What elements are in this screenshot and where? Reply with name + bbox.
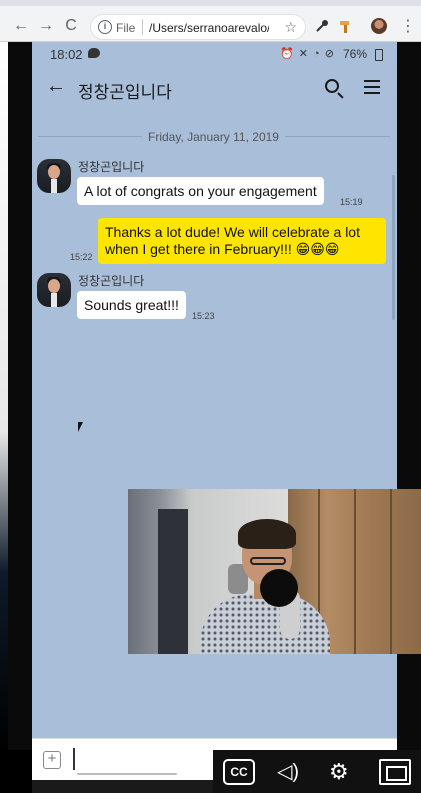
chat-back-button[interactable]: ← — [46, 75, 66, 98]
battery-icon — [375, 49, 383, 61]
address-bar[interactable]: i File /Users/serranoarevalo/... ☆ — [90, 14, 306, 40]
message-timestamp: 15:23 — [192, 311, 215, 321]
date-label: Friday, January 11, 2019 — [142, 130, 285, 144]
desktop-left-edge — [0, 42, 32, 750]
tab-strip — [0, 0, 421, 6]
status-time: 18:02 — [50, 47, 83, 62]
webcam-overlay — [128, 489, 421, 654]
message-timestamp: 15:22 — [70, 252, 93, 262]
phone-status-bar: 18:02 ⏰ ✕ ◔ ⊘ 76% — [32, 42, 397, 68]
settings-gear-icon[interactable]: ⚙ — [329, 759, 349, 785]
hammer-extension-icon[interactable] — [337, 18, 353, 34]
message-bubble-incoming[interactable]: Sounds great!!! — [77, 291, 186, 319]
status-icons: ⏰ ✕ ◔ ⊘ — [280, 48, 335, 60]
fullscreen-icon[interactable] — [379, 759, 411, 785]
eyedropper-extension-icon[interactable] — [314, 18, 330, 34]
omnibox-divider — [142, 19, 143, 35]
chat-app-bar: ← 정창곤입니다 — [32, 68, 397, 110]
hamburger-menu-icon[interactable] — [364, 80, 380, 94]
chat-notification-icon — [88, 48, 100, 58]
message-bubble-outgoing[interactable]: Thanks a lot dude! We will celebrate a l… — [98, 218, 386, 264]
mouse-cursor — [78, 422, 83, 432]
input-scroll-indicator — [77, 773, 177, 775]
message-input-field[interactable] — [73, 748, 75, 770]
url-text[interactable]: /Users/serranoarevalo/... — [149, 21, 269, 35]
message-bubble-incoming[interactable]: A lot of congrats on your engagement — [77, 177, 324, 205]
sender-avatar[interactable] — [37, 273, 71, 307]
url-scheme: File — [116, 21, 136, 35]
forward-button[interactable]: → — [37, 17, 55, 35]
back-button[interactable]: ← — [12, 17, 30, 35]
sender-avatar[interactable] — [37, 159, 71, 193]
captions-button[interactable]: CC — [223, 759, 255, 785]
site-info-icon[interactable]: i — [98, 20, 112, 34]
profile-avatar[interactable] — [371, 18, 387, 34]
chat-scrollbar[interactable] — [392, 175, 395, 320]
video-player-controls: CC ◁) ⚙ — [213, 750, 421, 793]
message-timestamp: 15:19 — [340, 197, 363, 207]
sender-name: 정창곤입니다 — [78, 274, 145, 288]
reload-button[interactable]: C — [62, 17, 80, 35]
bookmark-star-icon[interactable]: ☆ — [284, 19, 297, 36]
search-icon[interactable] — [325, 79, 339, 93]
volume-icon[interactable]: ◁) — [277, 759, 299, 785]
browser-toolbar: ← → C i File /Users/serranoarevalo/... ☆… — [0, 0, 421, 42]
sender-name: 정창곤입니다 — [78, 160, 145, 174]
browser-menu-icon[interactable]: ⋮ — [400, 16, 416, 36]
battery-percent: 76% — [343, 47, 368, 61]
chat-title: 정창곤입니다 — [78, 83, 172, 103]
attach-plus-icon[interactable]: + — [43, 751, 61, 769]
